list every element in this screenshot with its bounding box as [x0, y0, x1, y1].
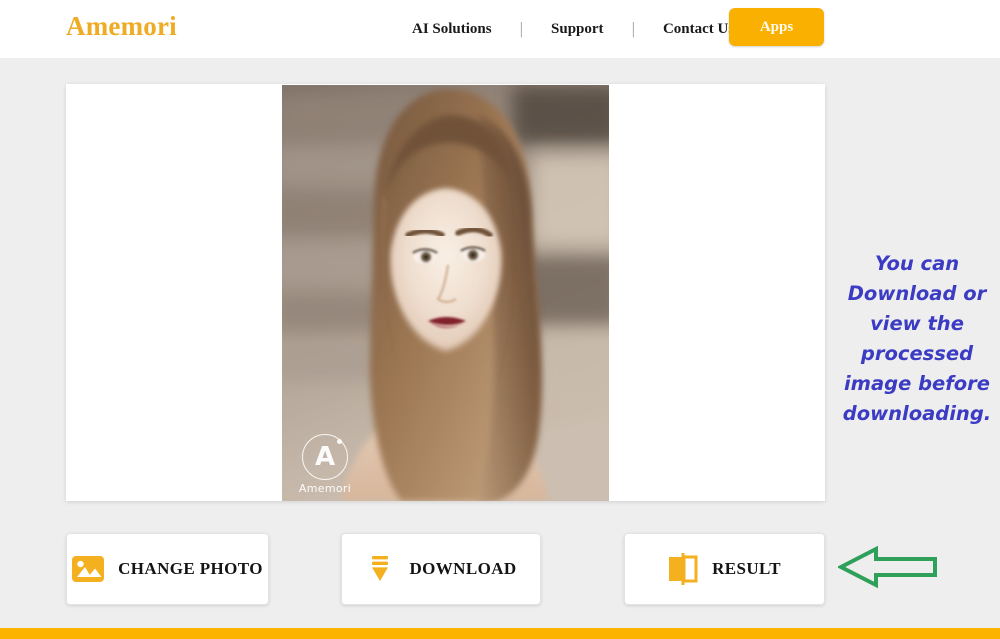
nav-separator: | [631, 19, 635, 38]
image-canvas: A Amemori [66, 84, 825, 501]
nav-separator: | [519, 19, 524, 38]
nav-item-support[interactable]: Support [549, 17, 606, 42]
brand-logo[interactable]: Amemori [66, 11, 177, 42]
footer-accent-bar [0, 628, 1000, 639]
portrait-image [282, 85, 609, 501]
image-icon [72, 556, 105, 582]
download-label: DOWNLOAD [409, 559, 517, 578]
download-button[interactable]: DOWNLOAD [341, 533, 541, 605]
instruction-note: You can Download or view the processed i… [842, 252, 992, 425]
site-header: Amemori AI Solutions | Support | Contact… [0, 0, 1000, 58]
change-photo-label: CHANGE PHOTO [118, 559, 263, 578]
nav-item-contact-us[interactable]: Contact Us [661, 17, 736, 42]
apps-button[interactable]: Apps [729, 8, 824, 46]
left-arrow-icon [836, 541, 938, 593]
processed-photo[interactable]: A Amemori [282, 85, 609, 501]
result-label: RESULT [712, 559, 781, 578]
compare-split-icon [668, 552, 698, 586]
download-arrow-icon [365, 554, 395, 584]
result-button[interactable]: RESULT [624, 533, 825, 605]
nav-item-ai-solutions[interactable]: AI Solutions [410, 17, 494, 42]
change-photo-button[interactable]: CHANGE PHOTO [66, 533, 269, 605]
main-navigation: AI Solutions | Support | Contact Us [410, 0, 736, 58]
